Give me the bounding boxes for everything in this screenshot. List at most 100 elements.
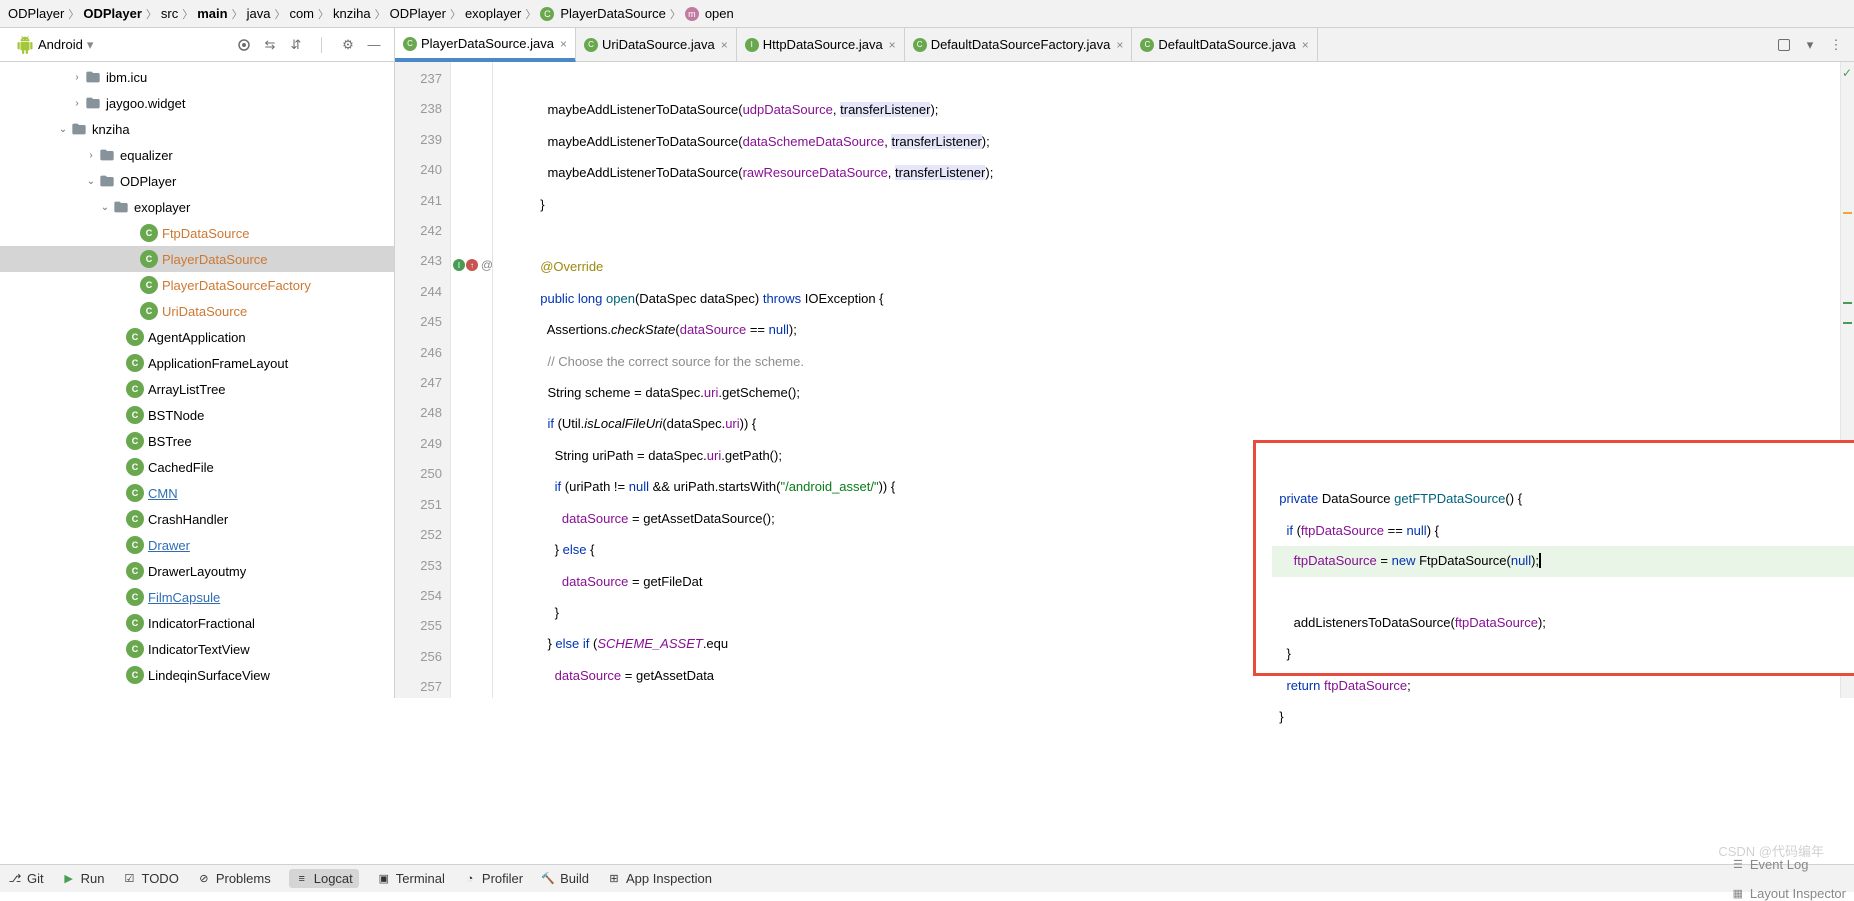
tree-row[interactable]: CPlayerDataSource <box>0 246 394 272</box>
breadcrumb-item[interactable]: ODPlayer <box>390 6 446 21</box>
project-view-label: Android <box>38 37 83 52</box>
editor-tabs: CPlayerDataSource.java×CUriDataSource.ja… <box>395 28 1854 62</box>
tree-row[interactable]: CApplicationFrameLayout <box>0 350 394 376</box>
tree-label: ApplicationFrameLayout <box>148 356 288 371</box>
tree-row[interactable]: CCrashHandler <box>0 506 394 532</box>
tree-row[interactable]: CDrawerLayoutmy <box>0 558 394 584</box>
override-indicator-icon[interactable]: I↑ @ <box>453 259 493 271</box>
divider: │ <box>312 35 332 55</box>
hide-icon[interactable]: — <box>364 35 384 55</box>
line-number: 250 <box>395 459 442 489</box>
collapse-all-icon[interactable]: ⇵ <box>286 35 306 55</box>
tree-label: IndicatorFractional <box>148 616 255 631</box>
chevron-down-icon[interactable]: ⌄ <box>84 176 98 187</box>
tree-row[interactable]: CPlayerDataSourceFactory <box>0 272 394 298</box>
breadcrumb-item[interactable]: ODPlayer <box>8 6 64 21</box>
breadcrumb-item[interactable]: open <box>705 6 734 21</box>
quick-definition-popup[interactable]: private DataSource getFTPDataSource() { … <box>1253 440 1854 676</box>
editor-tab[interactable]: IHttpDataSource.java× <box>737 28 905 62</box>
gear-icon[interactable]: ⚙ <box>338 35 358 55</box>
breadcrumb-item[interactable]: src <box>161 6 178 21</box>
line-number: 242 <box>395 216 442 246</box>
tree-row[interactable]: ›jaygoo.widget <box>0 90 394 116</box>
tab-orientation-icon[interactable] <box>1774 35 1794 55</box>
breadcrumb-item[interactable]: ODPlayer <box>83 6 142 21</box>
bottom-tool-bar: ⎇Git ▶Run ☑TODO ⊘Problems ≡Logcat ▣Termi… <box>0 864 1854 892</box>
tool-profiler[interactable]: ◔Profiler <box>463 871 523 886</box>
line-number: 249 <box>395 429 442 459</box>
class-icon: C <box>126 406 144 424</box>
close-icon[interactable]: × <box>560 37 567 51</box>
chevron-down-icon[interactable]: ⌄ <box>98 202 112 213</box>
tree-row[interactable]: CBSTree <box>0 428 394 454</box>
tool-todo[interactable]: ☑TODO <box>122 871 178 886</box>
todo-icon: ☑ <box>122 872 136 886</box>
tree-row[interactable]: CCachedFile <box>0 454 394 480</box>
tool-build[interactable]: 🔨Build <box>541 871 589 886</box>
editor-tab[interactable]: CPlayerDataSource.java× <box>395 28 576 62</box>
tree-label: UriDataSource <box>162 304 247 319</box>
breadcrumb-item[interactable]: exoplayer <box>465 6 521 21</box>
close-icon[interactable]: × <box>889 38 896 52</box>
tree-row[interactable]: CDrawer <box>0 532 394 558</box>
tree-row[interactable]: ⌄ ODPlayer <box>0 168 394 194</box>
project-sidebar: Android ▾ ⇆ ⇵ │ ⚙ — ›ibm.icu›jaygoo.widg… <box>0 28 395 698</box>
editor-tab[interactable]: CDefaultDataSourceFactory.java× <box>905 28 1133 62</box>
chevron-right-icon[interactable]: › <box>70 72 84 83</box>
tree-label: ODPlayer <box>120 174 176 189</box>
tool-app-inspection[interactable]: ⊞App Inspection <box>607 871 712 886</box>
chevron-down-icon[interactable]: ⌄ <box>56 124 70 135</box>
close-icon[interactable]: × <box>1116 38 1123 52</box>
tree-row[interactable]: CAgentApplication <box>0 324 394 350</box>
tree-row[interactable]: CUriDataSource <box>0 298 394 324</box>
chevron-right-icon[interactable]: › <box>70 98 84 109</box>
breadcrumb-item[interactable]: PlayerDataSource <box>560 6 666 21</box>
breadcrumb-item[interactable]: java <box>247 6 271 21</box>
tree-row[interactable]: ›ibm.icu <box>0 64 394 90</box>
tree-row[interactable]: CBSTNode <box>0 402 394 428</box>
tree-row[interactable]: CCMN <box>0 480 394 506</box>
line-number: 251 <box>395 490 442 520</box>
tree-row[interactable]: CFilmCapsule <box>0 584 394 610</box>
tree-row[interactable]: CFtpDataSource <box>0 220 394 246</box>
breadcrumb-item[interactable]: knziha <box>333 6 371 21</box>
project-view-selector[interactable]: Android ▾ <box>10 34 99 56</box>
line-number: 248 <box>395 398 442 428</box>
editor-tab[interactable]: CUriDataSource.java× <box>576 28 737 62</box>
tree-label: FilmCapsule <box>148 590 220 605</box>
more-tabs-icon[interactable]: ▾ <box>1800 35 1820 55</box>
expand-all-icon[interactable]: ⇆ <box>260 35 280 55</box>
breadcrumb-item[interactable]: com <box>289 6 314 21</box>
tree-row[interactable]: CIndicatorTextView <box>0 636 394 662</box>
android-icon <box>16 36 34 54</box>
project-tree[interactable]: ›ibm.icu›jaygoo.widget⌄knziha›equalizer⌄… <box>0 62 394 698</box>
tool-event-log[interactable]: ☰Event Log <box>1731 857 1846 872</box>
editor-tab[interactable]: CDefaultDataSource.java× <box>1132 28 1317 62</box>
close-icon[interactable]: × <box>1302 38 1309 52</box>
tool-run[interactable]: ▶Run <box>62 871 105 886</box>
tree-row[interactable]: ⌄exoplayer <box>0 194 394 220</box>
tool-problems[interactable]: ⊘Problems <box>197 871 271 886</box>
tree-row[interactable]: CIndicatorFractional <box>0 610 394 636</box>
tab-menu-icon[interactable]: ⋮ <box>1826 35 1846 55</box>
chevron-right-icon[interactable]: › <box>84 150 98 161</box>
problems-icon: ⊘ <box>197 872 211 886</box>
sidebar-toolbar: Android ▾ ⇆ ⇵ │ ⚙ — <box>0 28 394 62</box>
class-icon: C <box>126 536 144 554</box>
tool-layout-inspector[interactable]: ▦Layout Inspector <box>1731 886 1846 901</box>
tab-label: HttpDataSource.java <box>763 37 883 52</box>
tree-row[interactable]: ›equalizer <box>0 142 394 168</box>
class-icon: C <box>584 38 598 52</box>
tree-row[interactable]: ⌄knziha <box>0 116 394 142</box>
class-icon: C <box>126 562 144 580</box>
close-icon[interactable]: × <box>721 38 728 52</box>
breadcrumb-item[interactable]: main <box>197 6 227 21</box>
tree-row[interactable]: CArrayListTree <box>0 376 394 402</box>
select-opened-icon[interactable] <box>234 35 254 55</box>
line-number: 238 <box>395 94 442 124</box>
line-number: 256 <box>395 642 442 672</box>
tool-git[interactable]: ⎇Git <box>8 871 44 886</box>
tool-terminal[interactable]: ▣Terminal <box>377 871 445 886</box>
tool-logcat[interactable]: ≡Logcat <box>289 869 359 888</box>
tree-row[interactable]: CLindeqinSurfaceView <box>0 662 394 688</box>
